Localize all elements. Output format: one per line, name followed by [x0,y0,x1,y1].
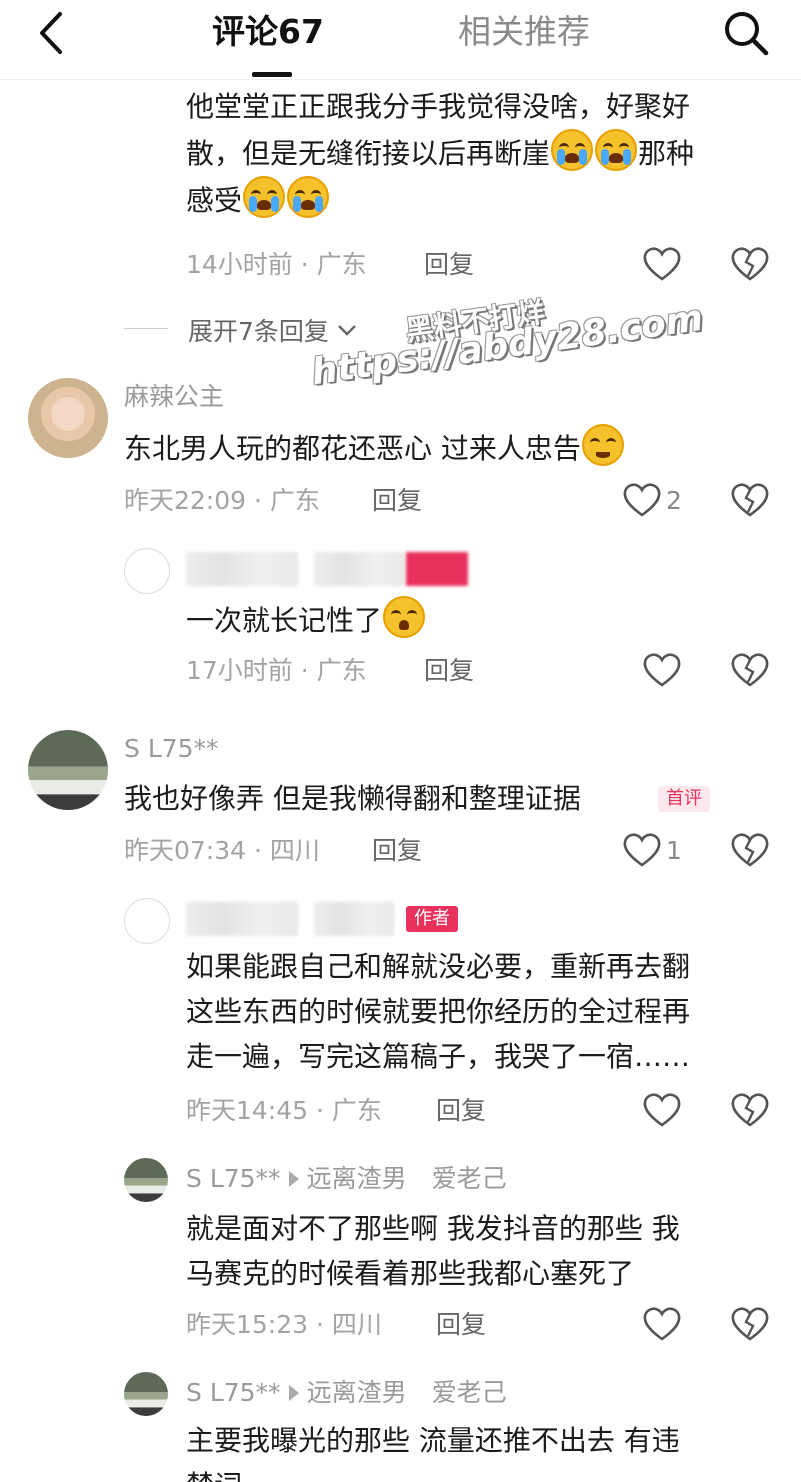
username[interactable]: S L75** [186,1164,281,1193]
like-icon[interactable] [642,246,682,282]
avatar[interactable] [124,548,170,594]
first-comment-badge: 首评 [658,786,710,812]
username[interactable]: S L75** [124,734,219,764]
reply-arrow-icon [288,1385,299,1401]
comment-text: 他堂堂正正跟我分手我觉得没啥，好聚好 散，但是无缝衔接以后再断崖 那种 感受 [186,90,695,218]
like-count: 2 [666,486,682,515]
avatar[interactable] [28,378,108,458]
blurred-username [314,552,404,586]
reply-button[interactable]: 回复 [424,250,474,280]
reply-button[interactable]: 回复 [372,836,422,866]
search-icon[interactable] [720,8,772,58]
comment-meta: 昨天22:09 · 广东 [124,486,320,515]
comment-meta: 昨天14:45 · 广东 [186,1096,382,1125]
reply-header: S L75** 远离渣男 爱老己 [186,1164,507,1194]
reply-header: S L75** 远离渣男 爱老己 [186,1378,507,1408]
divider [124,328,168,329]
author-badge: 作者 [406,906,458,932]
blurred-username [186,552,298,586]
tab-related[interactable]: 相关推荐 [458,12,590,52]
crying-emoji-icon [287,176,330,218]
username[interactable]: S L75** [186,1378,281,1407]
dislike-icon[interactable] [730,246,770,282]
blurred-badge [406,552,468,586]
comment-text: 一次就长记性了 [186,596,786,643]
crying-emoji-icon [243,176,286,218]
comment-meta: 昨天15:23 · 四川 [186,1310,382,1339]
avatar[interactable] [124,1158,168,1202]
comment-text: 我也好像弄 但是我懒得翻和整理证据 [124,782,581,815]
active-tab-indicator [252,72,292,77]
username[interactable]: 麻辣公主 [124,382,224,412]
dislike-icon[interactable] [730,1092,770,1128]
like-icon[interactable] [642,652,682,688]
crying-emoji-icon [595,129,638,171]
comment-meta: 17小时前 · 广东 [186,656,367,685]
reply-button[interactable]: 回复 [436,1096,486,1126]
like-icon[interactable] [622,482,662,518]
reply-button[interactable]: 回复 [372,486,422,516]
reply-button[interactable]: 回复 [424,656,474,686]
reply-to-username[interactable]: 远离渣男 爱老己 [307,1378,507,1407]
crying-emoji-icon [551,129,594,171]
comment-meta: 14小时前 · 广东 [186,250,367,279]
comment-text: 如果能跟自己和解就没必要，重新再去翻 这些东西的时候就要把你经历的全过程再 走一… [186,950,691,1073]
top-bar: 评论67 相关推荐 [0,0,801,80]
dislike-icon[interactable] [730,652,770,688]
blurred-username [314,902,394,936]
dislike-icon[interactable] [730,1306,770,1342]
comment-text: 主要我曝光的那些 流量还推不出去 有违 禁词 [186,1424,680,1482]
avatar[interactable] [124,1372,168,1416]
dislike-icon[interactable] [730,482,770,518]
like-icon[interactable] [622,832,662,868]
smiling-emoji-icon [581,424,624,466]
reply-to-username[interactable]: 远离渣男 爱老己 [307,1164,507,1193]
like-icon[interactable] [642,1306,682,1342]
reply-button[interactable]: 回复 [436,1310,486,1340]
back-icon[interactable] [34,10,74,56]
reply-arrow-icon [288,1171,299,1187]
comment-text: 东北男人玩的都花还恶心 过来人忠告 [124,424,784,471]
comment-text: 就是面对不了那些啊 我发抖音的那些 我 马赛克的时候看着那些我都心塞死了 [186,1212,680,1290]
like-icon[interactable] [642,1092,682,1128]
avatar[interactable] [124,898,170,944]
chevron-down-icon [337,312,357,344]
pleading-emoji-icon [383,596,426,638]
dislike-icon[interactable] [730,832,770,868]
blurred-username [186,902,298,936]
comment-meta: 昨天07:34 · 四川 [124,836,320,865]
like-count: 1 [666,836,682,865]
tab-comments[interactable]: 评论67 [212,12,324,52]
avatar[interactable] [28,730,108,810]
